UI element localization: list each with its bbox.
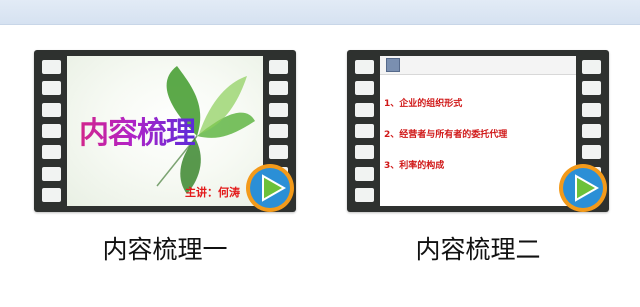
- file-name-label: 内容梳理二: [415, 235, 541, 264]
- outline-item-2: 2、经营者与所有者的委托代理: [384, 130, 508, 140]
- video-file-item-1[interactable]: 内容梳理 主讲：何涛 内容梳理一: [34, 50, 304, 290]
- document-icon: [386, 58, 400, 72]
- outline-item-3: 3、利率的构成: [384, 161, 445, 171]
- film-sprocket-left: [42, 60, 61, 202]
- video-play-icon: [246, 164, 294, 212]
- window-top-bar: [0, 0, 640, 25]
- video-play-icon: [559, 164, 607, 212]
- document-toolbar: [380, 56, 576, 75]
- thumbnail-slide: 1、企业的组织形式 2、经营者与所有者的委托代理 3、利率的构成: [380, 56, 576, 206]
- film-sprocket-left: [355, 60, 374, 202]
- thumbnail-title: 内容梳理: [79, 108, 196, 152]
- thumbnail-outline: 1、企业的组织形式 2、经营者与所有者的委托代理 3、利率的构成: [384, 96, 507, 189]
- video-file-item-2[interactable]: 1、企业的组织形式 2、经营者与所有者的委托代理 3、利率的构成 内容梳理二: [347, 50, 617, 290]
- thumbnail-speaker: 主讲：何涛: [185, 186, 240, 199]
- outline-item-1: 1、企业的组织形式: [384, 99, 463, 109]
- thumbnail-slide: 内容梳理 主讲：何涛: [67, 56, 263, 206]
- file-name-label: 内容梳理一: [102, 235, 228, 264]
